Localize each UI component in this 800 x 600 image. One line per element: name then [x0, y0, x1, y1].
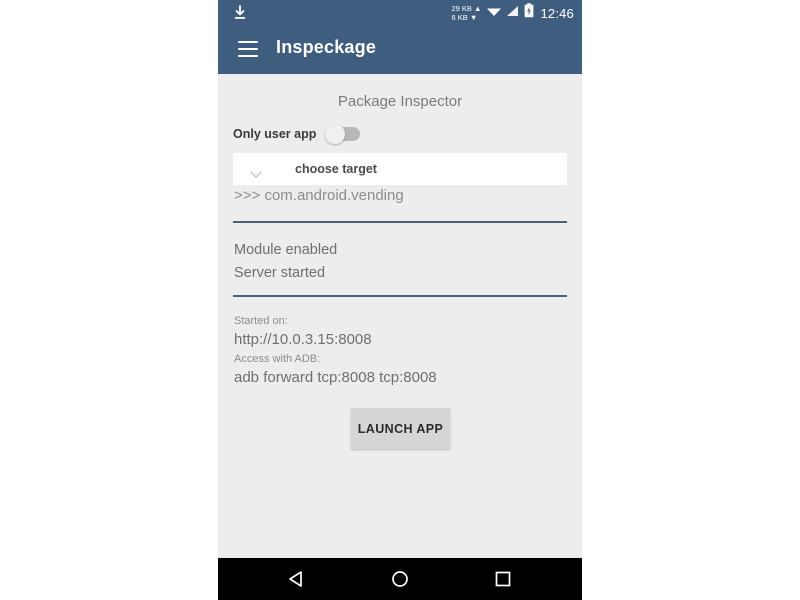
only-user-app-label: Only user app	[233, 127, 317, 141]
battery-icon	[524, 3, 534, 23]
server-started-text: Server started	[234, 265, 326, 281]
choose-target-spinner[interactable]: choose target	[233, 153, 567, 185]
page-title: Package Inspector	[337, 93, 463, 110]
net-up: 29 KB ▲	[451, 4, 482, 13]
download-icon	[230, 3, 250, 23]
hamburger-bar	[238, 48, 258, 50]
chevron-down-icon	[250, 165, 262, 178]
net-down: 6 KB ▼	[451, 13, 478, 22]
divider-bottom	[233, 295, 567, 297]
only-user-app-toggle[interactable]	[325, 124, 361, 144]
network-speed: 29 KB ▲ 6 KB ▼	[451, 4, 481, 22]
phone-screen: 29 KB ▲ 6 KB ▼ 12:46 Inspeckage Package …	[218, 0, 582, 600]
wifi-icon	[486, 4, 502, 23]
server-url[interactable]: http://10.0.3.15:8008	[234, 329, 437, 351]
module-status: Module enabled Server started	[234, 239, 337, 285]
adb-command[interactable]: adb forward tcp:8008 tcp:8008	[234, 367, 437, 389]
started-on-label: Started on:	[234, 315, 288, 327]
launch-app-button[interactable]: LAUNCH APP	[351, 408, 450, 449]
status-icons: 29 KB ▲ 6 KB ▼ 12:46	[451, 0, 574, 26]
status-bar: 29 KB ▲ 6 KB ▼ 12:46	[218, 0, 582, 26]
adb-label: Access with ADB:	[234, 353, 321, 365]
back-triangle-icon[interactable]	[286, 568, 308, 590]
hamburger-bar	[238, 55, 258, 57]
navigation-bar	[218, 558, 582, 600]
recents-square-icon[interactable]	[492, 568, 514, 590]
hamburger-bar	[238, 41, 258, 43]
spinner-selected-value: choose target	[295, 162, 377, 176]
app-bar: Inspeckage	[218, 26, 582, 74]
app-title: Inspeckage	[276, 37, 377, 57]
screenshot-canvas: 29 KB ▲ 6 KB ▼ 12:46 Inspeckage Package …	[0, 0, 800, 600]
module-enabled-text: Module enabled	[234, 242, 338, 258]
divider-top	[233, 221, 567, 223]
clock: 12:46	[540, 5, 574, 21]
toggle-thumb	[325, 124, 346, 144]
signal-icon	[506, 4, 520, 23]
only-user-app-row: Only user app	[233, 124, 361, 144]
selected-target-label: >>> com.android.vending	[234, 187, 404, 204]
hamburger-menu-icon[interactable]	[238, 41, 258, 57]
server-info: Started on: http://10.0.3.15:8008 Access…	[234, 313, 437, 389]
home-circle-icon[interactable]	[389, 568, 411, 590]
main-content: Package Inspector Only user app choose t…	[218, 74, 582, 558]
